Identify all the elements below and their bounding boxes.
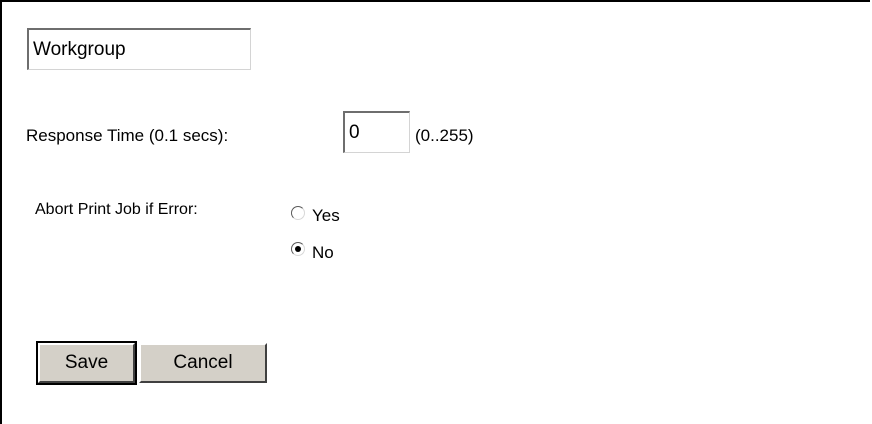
response-time-input[interactable] xyxy=(343,111,410,153)
save-button[interactable]: Save xyxy=(36,341,137,385)
form-panel: Response Time (0.1 secs): (0..255) Abort… xyxy=(0,0,870,424)
response-time-label: Response Time (0.1 secs): xyxy=(26,126,229,145)
abort-yes-radio[interactable] xyxy=(291,206,305,220)
abort-no-label[interactable]: No xyxy=(312,243,334,263)
response-time-range: (0..255) xyxy=(415,126,474,145)
workgroup-input[interactable] xyxy=(27,28,251,70)
abort-print-job-label: Abort Print Job if Error: xyxy=(35,201,198,218)
abort-yes-label[interactable]: Yes xyxy=(312,206,340,226)
abort-no-radio[interactable] xyxy=(291,242,305,256)
cancel-button[interactable]: Cancel xyxy=(139,343,267,383)
